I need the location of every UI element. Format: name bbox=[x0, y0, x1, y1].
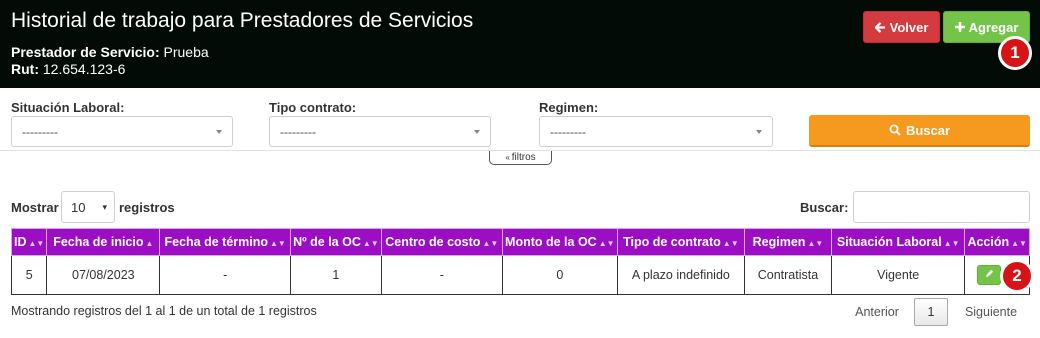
th-accion[interactable]: Acción ▲▼ bbox=[964, 228, 1030, 256]
th-monto-oc[interactable]: Monto de la OC ▲▼ bbox=[501, 228, 618, 256]
volver-label: Volver bbox=[889, 19, 929, 35]
filtros-label: filtros bbox=[511, 152, 536, 163]
rut-info: Rut: 12.654.123-6 bbox=[11, 61, 125, 77]
agregar-label: Agregar bbox=[968, 19, 1019, 35]
volver-button[interactable]: Volver bbox=[863, 11, 940, 43]
table-search-label: Buscar: bbox=[800, 200, 849, 215]
th-tipo-contrato[interactable]: Tipo de contrato ▲▼ bbox=[616, 228, 745, 256]
prestador-info: Prestador de Servicio: Prueba bbox=[11, 44, 209, 60]
sort-icon: ▲▼ bbox=[807, 239, 824, 248]
sort-icon: ▲▼ bbox=[943, 239, 960, 248]
th-fecha-inicio[interactable]: Fecha de inicio ▲ bbox=[46, 228, 161, 256]
cell-regimen: Contratista bbox=[743, 255, 832, 295]
page-header: Historial de trabajo para Prestadores de… bbox=[0, 0, 1040, 88]
table-row: 5 07/08/2023 - 1 - 0 A plazo indefinido … bbox=[10, 255, 1030, 295]
pagination-next[interactable]: Siguiente bbox=[958, 298, 1024, 326]
page-title: Historial de trabajo para Prestadores de… bbox=[11, 9, 474, 32]
cell-monto-oc: 0 bbox=[501, 255, 618, 295]
cell-id: 5 bbox=[10, 255, 48, 295]
rut-value: 12.654.123-6 bbox=[42, 61, 126, 77]
double-chevron-up-icon: « bbox=[505, 153, 510, 162]
cell-numero-oc: 1 bbox=[290, 255, 382, 295]
th-centro-costo[interactable]: Centro de costo ▲▼ bbox=[380, 228, 503, 256]
caret-down-icon bbox=[216, 129, 222, 134]
regimen-select[interactable]: --------- bbox=[539, 116, 773, 147]
situacion-value: --------- bbox=[22, 124, 58, 139]
pagination-previous[interactable]: Anterior bbox=[848, 298, 906, 326]
th-numero-oc[interactable]: Nº de la OC ▲▼ bbox=[290, 228, 382, 256]
table-info: Mostrando registros del 1 al 1 de un tot… bbox=[11, 304, 317, 318]
sort-icon: ▲▼ bbox=[28, 239, 45, 248]
regimen-value: --------- bbox=[550, 124, 586, 139]
chevron-down-icon: ▾ bbox=[102, 201, 107, 212]
sort-icon: ▲▼ bbox=[362, 239, 379, 248]
regimen-label: Regimen: bbox=[539, 100, 599, 115]
step-marker-2: 2 bbox=[1000, 259, 1034, 293]
sort-icon: ▲▼ bbox=[722, 239, 739, 248]
prestador-label: Prestador de Servicio: bbox=[11, 44, 160, 60]
tipo-contrato-select[interactable]: --------- bbox=[269, 116, 491, 147]
cell-fecha-inicio: 07/08/2023 bbox=[46, 255, 161, 295]
edit-button[interactable] bbox=[977, 265, 1002, 285]
tipo-contrato-value: --------- bbox=[280, 124, 316, 139]
caret-down-icon bbox=[756, 129, 762, 134]
sort-icon: ▲▼ bbox=[598, 239, 615, 248]
arrow-left-icon bbox=[874, 21, 885, 33]
caret-down-icon bbox=[474, 129, 480, 134]
page-length-value: 10 bbox=[71, 199, 86, 215]
sort-asc-icon: ▲ bbox=[145, 239, 154, 248]
cell-tipo-contrato: A plazo indefinido bbox=[616, 255, 745, 295]
situacion-select[interactable]: --------- bbox=[11, 116, 233, 147]
th-situacion-laboral[interactable]: Situación Laboral ▲▼ bbox=[830, 228, 966, 256]
plus-icon bbox=[954, 22, 965, 32]
page-length-select[interactable]: 10 ▾ bbox=[61, 191, 115, 223]
table-header-row: ID ▲▼ Fecha de inicio ▲ Fecha de término ▲▼… bbox=[10, 228, 1030, 256]
cell-fecha-termino: - bbox=[159, 255, 292, 295]
step-marker-1: 1 bbox=[998, 36, 1032, 70]
sort-icon: ▲▼ bbox=[482, 239, 499, 248]
th-regimen[interactable]: Regimen ▲▼ bbox=[743, 228, 832, 256]
registros-label: registros bbox=[119, 200, 175, 215]
prestador-value: Prueba bbox=[163, 44, 209, 60]
buscar-button-label: Buscar bbox=[905, 122, 951, 138]
historial-table: ID ▲▼ Fecha de inicio ▲ Fecha de término ▲▼… bbox=[10, 228, 1030, 295]
cell-situacion-laboral: Vigente bbox=[830, 255, 966, 295]
tipo-contrato-label: Tipo contrato: bbox=[269, 100, 357, 115]
search-icon bbox=[889, 124, 901, 136]
mostrar-label: Mostrar bbox=[11, 200, 59, 215]
sort-icon: ▲▼ bbox=[1011, 239, 1027, 248]
table-search-input[interactable] bbox=[853, 191, 1030, 223]
pencil-icon bbox=[985, 269, 993, 278]
rut-label: Rut: bbox=[11, 61, 39, 77]
pagination-page-1[interactable]: 1 bbox=[914, 298, 948, 326]
filtros-toggle[interactable]: « filtros bbox=[489, 151, 552, 165]
th-id[interactable]: ID ▲▼ bbox=[10, 228, 48, 256]
situacion-label: Situación Laboral: bbox=[11, 100, 125, 115]
sort-icon: ▲▼ bbox=[270, 239, 286, 248]
cell-centro-costo: - bbox=[380, 255, 503, 295]
th-fecha-termino[interactable]: Fecha de término ▲▼ bbox=[159, 228, 292, 256]
buscar-button[interactable]: Buscar bbox=[809, 115, 1030, 147]
